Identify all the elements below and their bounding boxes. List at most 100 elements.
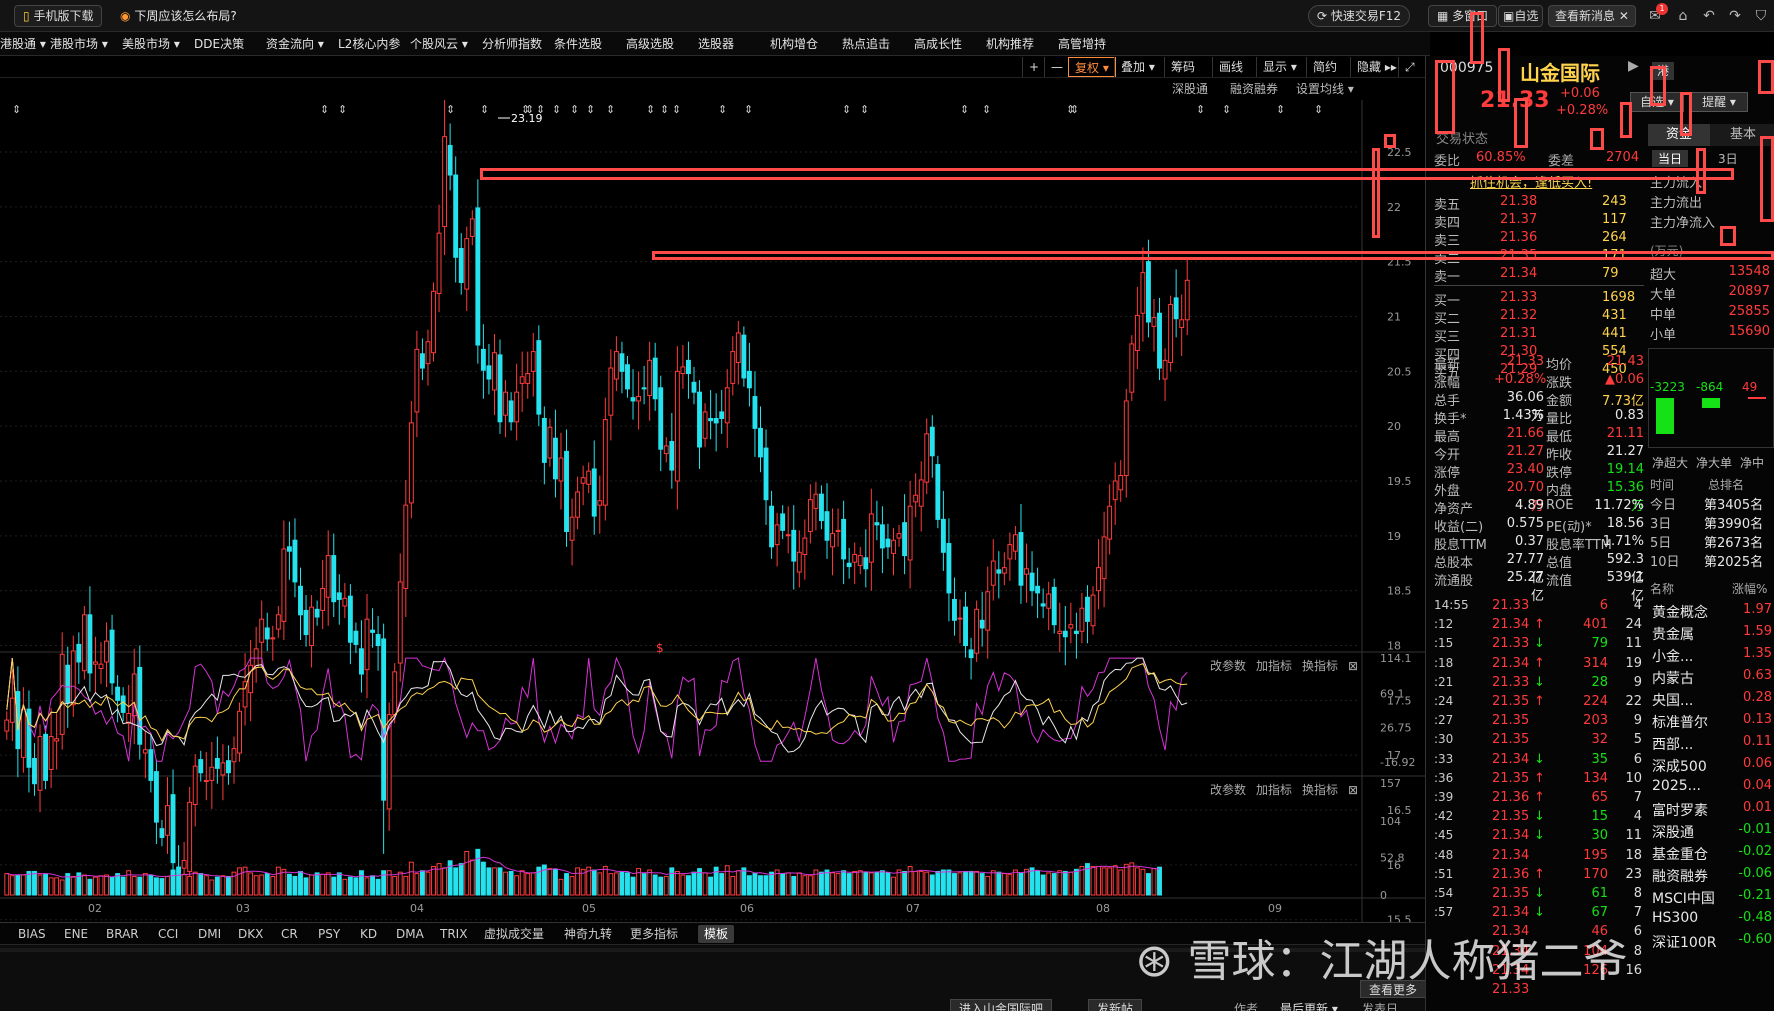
quick-trade-button[interactable]: ⟳ 快速交易F12	[1308, 5, 1411, 27]
event-marker[interactable]: ⇕	[570, 103, 579, 116]
event-marker[interactable]: ⇕	[586, 103, 595, 116]
event-marker[interactable]: ⇕	[1222, 103, 1231, 116]
tab-brar[interactable]: BRAR	[106, 925, 139, 943]
tab-magic-nine[interactable]: 神奇九转	[564, 925, 612, 943]
sector-name[interactable]: 央国...	[1652, 690, 1693, 710]
period-today[interactable]: 当日	[1652, 150, 1689, 167]
event-marker[interactable]: ⇕	[320, 103, 329, 116]
sector-name[interactable]: 融资融券	[1652, 866, 1708, 886]
tab-template[interactable]: 模板	[698, 925, 735, 943]
latest-col[interactable]: 最后更新 ▾	[1280, 1000, 1338, 1011]
fuquan-button[interactable]: 复权 ▾	[1068, 57, 1116, 77]
sector-name[interactable]: 富时罗素	[1652, 800, 1708, 820]
event-marker[interactable]: ⇕	[338, 103, 347, 116]
tab-psy[interactable]: PSY	[318, 925, 340, 943]
post-button[interactable]: 发新帖	[1088, 999, 1143, 1011]
ask-row[interactable]: 卖五 21.38 243	[1434, 194, 1644, 213]
menu-exec-add[interactable]: 高管增持	[1058, 32, 1106, 56]
multi-window-button[interactable]: ▦ 多窗口	[1428, 5, 1498, 27]
event-marker[interactable]: ⇕	[860, 103, 869, 116]
event-marker[interactable]: ⇕	[842, 103, 851, 116]
sector-name[interactable]: 西部...	[1652, 734, 1693, 754]
event-marker[interactable]: ⇕	[12, 103, 21, 116]
zoom-in-button[interactable]: +	[1022, 57, 1045, 77]
tab-ene[interactable]: ENE	[64, 925, 88, 943]
tab-cci[interactable]: CCI	[158, 925, 178, 943]
zoom-out-button[interactable]: —	[1044, 57, 1069, 77]
view-news-button[interactable]: 查看新消息 ✕	[1548, 5, 1636, 27]
overlay-button[interactable]: 叠加 ▾	[1114, 57, 1161, 77]
menu-advanced[interactable]: 高级选股	[626, 32, 674, 56]
simple-button[interactable]: 简约	[1306, 57, 1343, 77]
menu-inst-add[interactable]: 机构增仓	[770, 32, 818, 56]
menu-condition[interactable]: 条件选股	[554, 32, 602, 56]
event-marker[interactable]: ⇕	[552, 103, 561, 116]
event-marker[interactable]: ⇕	[1070, 103, 1079, 116]
bookmark-icon[interactable]: ⛉	[1752, 7, 1770, 25]
fullscreen-icon[interactable]: ⤢	[1398, 57, 1421, 77]
bid-row[interactable]: 买二 21.32 431	[1434, 308, 1644, 327]
event-marker[interactable]: ⇕	[1314, 103, 1323, 116]
event-marker[interactable]: ⇕	[718, 103, 727, 116]
sector-name[interactable]: 基金重仓	[1652, 844, 1708, 864]
sector-name[interactable]: 黄金概念	[1652, 602, 1708, 622]
next-stock-icon[interactable]: ▶	[1628, 58, 1639, 74]
menu-stock-news[interactable]: 个股风云 ▾	[410, 32, 468, 56]
ma-setting-link[interactable]: 设置均线 ▾	[1296, 80, 1354, 97]
ask-row[interactable]: 卖三 21.36 264	[1434, 230, 1644, 249]
sector-name[interactable]: 小金...	[1652, 646, 1693, 666]
event-marker[interactable]: ⇕	[672, 103, 681, 116]
menu-l2[interactable]: L2核心内参	[338, 32, 400, 56]
tab-virtual-volume[interactable]: 虚拟成交量	[484, 925, 544, 943]
menu-us-market[interactable]: 美股市场 ▾	[122, 32, 180, 56]
event-marker[interactable]: ⇕	[1276, 103, 1285, 116]
sector-name[interactable]: 标准普尔	[1652, 712, 1708, 732]
sector-name[interactable]: MSCI中国	[1652, 888, 1715, 908]
menu-screener[interactable]: 选股器	[698, 32, 734, 56]
add-indicator-link[interactable]: 加指标	[1256, 658, 1292, 673]
home-icon[interactable]: ⌂	[1674, 7, 1692, 25]
edit-params-link-vol[interactable]: 改参数	[1210, 782, 1246, 797]
tab-trix[interactable]: TRIX	[440, 925, 467, 943]
chips-button[interactable]: 筹码	[1164, 57, 1201, 77]
sector-name[interactable]: 深股通	[1652, 822, 1694, 842]
tab-dmi[interactable]: DMI	[198, 925, 221, 943]
ask-row[interactable]: 卖四 21.37 117	[1434, 212, 1644, 231]
sector-name[interactable]: 贵金属	[1652, 624, 1694, 644]
switch-indicator-link[interactable]: 换指标	[1302, 658, 1338, 673]
menu-inst-rec[interactable]: 机构推荐	[986, 32, 1034, 56]
mobile-download-button[interactable]: ▯ 手机版下载	[14, 5, 103, 27]
self-select-button[interactable]: ▣自选	[1498, 5, 1544, 27]
display-button[interactable]: 显示 ▾	[1256, 57, 1303, 77]
sgt-link[interactable]: 深股通	[1172, 80, 1208, 97]
menu-analyst[interactable]: 分析师指数	[482, 32, 542, 56]
sector-name[interactable]: 内蒙古	[1652, 668, 1694, 688]
event-marker[interactable]: ⇕	[660, 103, 669, 116]
hide-button[interactable]: 隐藏 ▸▸	[1350, 57, 1403, 77]
close-icon[interactable]: ✕	[1619, 9, 1629, 23]
bid-row[interactable]: 买三 21.31 441	[1434, 326, 1644, 345]
draw-button[interactable]: 画线	[1212, 57, 1249, 77]
kline-chart[interactable]: ⇕⇕⇕⇕⇕⇕⇕⇕⇕⇕⇕⇕⇕⇕⇕⇕⇕⇕⇕⇕⇕⇕⇕⇕⇕⇕⇕ 1515.51616.5…	[0, 100, 1425, 922]
menu-growth[interactable]: 高成长性	[914, 32, 962, 56]
sector-name[interactable]: HS300	[1652, 910, 1698, 926]
menu-fund-flow[interactable]: 资金流向 ▾	[266, 32, 324, 56]
tab-more[interactable]: 更多指标	[630, 925, 678, 943]
add-indicator-link-vol[interactable]: 加指标	[1256, 782, 1292, 797]
close-panel-icon[interactable]: ⊠	[1348, 659, 1358, 673]
alert-toggle[interactable]: 提醒 ▾	[1690, 92, 1748, 112]
event-marker[interactable]: ⇕	[1196, 103, 1205, 116]
tab-bias[interactable]: BIAS	[18, 925, 46, 943]
event-marker[interactable]: ⇕	[446, 103, 455, 116]
sector-name[interactable]: 2025...	[1652, 778, 1701, 794]
tab-fund[interactable]: 资金	[1648, 124, 1710, 146]
switch-indicator-link-vol[interactable]: 换指标	[1302, 782, 1338, 797]
redo-icon[interactable]: ↷	[1726, 7, 1744, 25]
edit-params-link[interactable]: 改参数	[1210, 658, 1246, 673]
tab-dkx[interactable]: DKX	[238, 925, 263, 943]
event-marker[interactable]: ⇕	[480, 103, 489, 116]
margin-link[interactable]: 融资融券	[1230, 80, 1278, 97]
sector-name[interactable]: 深成500	[1652, 756, 1707, 776]
tab-dma[interactable]: DMA	[396, 925, 424, 943]
menu-hk-market[interactable]: 港股市场 ▾	[50, 32, 108, 56]
